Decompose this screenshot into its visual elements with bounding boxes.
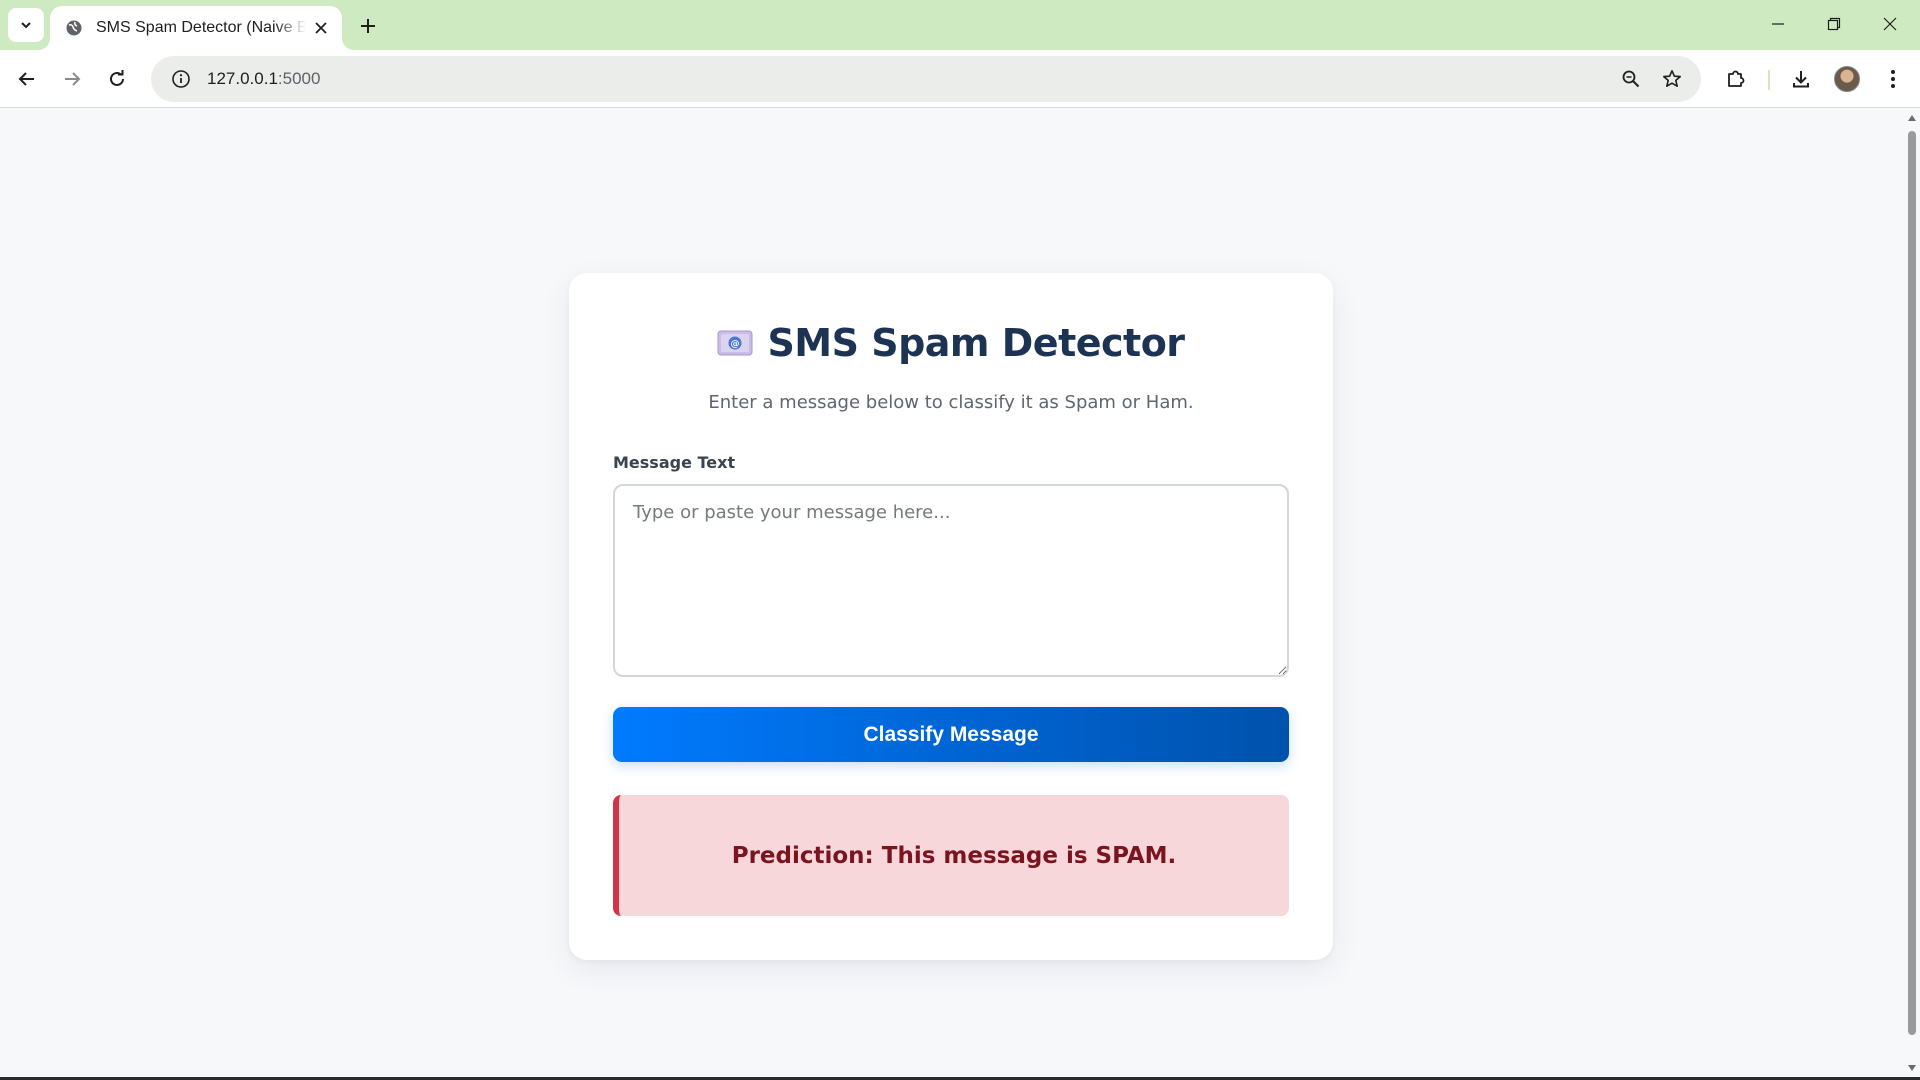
- spam-detector-card: @ SMS Spam Detector Enter a message belo…: [569, 273, 1333, 960]
- scroll-up-arrow-icon[interactable]: [1907, 113, 1917, 123]
- plus-icon: [361, 19, 375, 33]
- puzzle-icon: [1728, 70, 1745, 87]
- prediction-text: Prediction: This message is SPAM.: [731, 842, 1177, 869]
- scroll-down-arrow-icon[interactable]: [1907, 1063, 1917, 1073]
- classify-message-button[interactable]: Classify Message: [613, 707, 1289, 762]
- reload-button[interactable]: [99, 61, 135, 97]
- message-label: Message Text: [613, 453, 736, 472]
- more-vertical-icon: [1891, 70, 1895, 88]
- url-port: :5000: [277, 69, 321, 88]
- bookmark-star-icon[interactable]: [1654, 61, 1690, 97]
- minimize-button[interactable]: [1750, 0, 1806, 48]
- extensions-button[interactable]: [1718, 61, 1754, 97]
- globe-icon: [64, 18, 84, 38]
- browser-tab[interactable]: SMS Spam Detector (Naive Bayes): [50, 6, 342, 50]
- site-info-icon[interactable]: [161, 69, 201, 89]
- browser-tabstrip: SMS Spam Detector (Naive Bayes): [0, 0, 1920, 50]
- page-scrollbar[interactable]: [1904, 109, 1920, 1077]
- arrow-left-icon: [18, 72, 34, 86]
- download-icon: [1793, 71, 1809, 88]
- arrow-right-icon: [65, 72, 81, 86]
- minimize-icon: [1772, 23, 1784, 25]
- close-tab-icon[interactable]: [310, 17, 332, 39]
- new-tab-button[interactable]: [352, 10, 384, 42]
- prediction-result: Prediction: This message is SPAM.: [613, 795, 1289, 916]
- subtitle: Enter a message below to classify it as …: [708, 392, 1194, 413]
- browser-toolbar: 127.0.0.1:5000: [0, 50, 1920, 108]
- reload-icon: [110, 70, 124, 86]
- svg-text:@: @: [731, 340, 740, 350]
- close-window-button[interactable]: [1862, 0, 1918, 48]
- toolbar-separator: [1768, 70, 1770, 90]
- url-host: 127.0.0.1: [207, 69, 278, 88]
- email-envelope-icon: @: [717, 330, 753, 356]
- chevron-down-icon: [21, 22, 31, 29]
- downloads-button[interactable]: [1783, 61, 1819, 97]
- address-bar[interactable]: 127.0.0.1:5000: [151, 56, 1701, 102]
- page-title: @ SMS Spam Detector: [569, 321, 1333, 365]
- url-text[interactable]: 127.0.0.1:5000: [207, 69, 320, 89]
- zoom-icon[interactable]: [1613, 61, 1649, 97]
- tab-title: SMS Spam Detector (Naive Bayes): [96, 19, 306, 36]
- restore-button[interactable]: [1806, 0, 1862, 48]
- message-textarea[interactable]: [613, 484, 1289, 677]
- forward-button[interactable]: [54, 61, 90, 97]
- back-button[interactable]: [9, 61, 45, 97]
- restore-icon: [1827, 17, 1841, 31]
- scrollbar-thumb[interactable]: [1908, 131, 1916, 1035]
- tab-search-button[interactable]: [8, 8, 44, 42]
- title-text: SMS Spam Detector: [767, 321, 1185, 365]
- profile-avatar[interactable]: [1834, 66, 1860, 92]
- close-icon: [1883, 17, 1897, 31]
- browser-menu-button[interactable]: [1875, 61, 1911, 97]
